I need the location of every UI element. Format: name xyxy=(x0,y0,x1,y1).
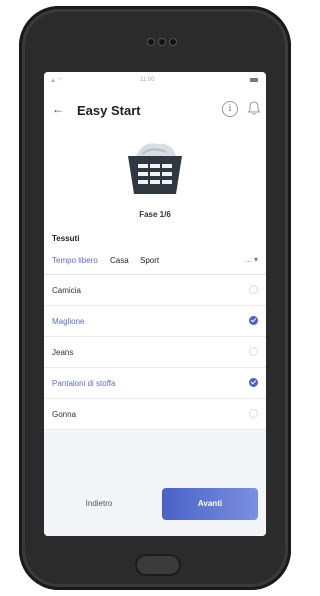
next-button[interactable]: Avanti xyxy=(162,488,258,520)
footer-actions: Indietro Avanti xyxy=(44,476,266,536)
more-dropdown[interactable]: ... ▾ xyxy=(245,255,258,264)
arrow-left-icon[interactable]: ← xyxy=(52,102,64,116)
fabric-section: Tessuti Tempo libero Casa Sport ... ▾ xyxy=(44,228,266,275)
camera-sensors xyxy=(148,39,176,45)
back-button[interactable]: Indietro xyxy=(64,490,134,518)
tab-tempo-libero[interactable]: Tempo libero xyxy=(52,256,98,265)
more-label: ... xyxy=(245,255,252,264)
radio-check-icon[interactable] xyxy=(249,378,258,387)
item-label: Pantaloni di stoffa xyxy=(52,378,116,388)
status-time: 11:00 xyxy=(140,77,155,83)
bell-icon[interactable] xyxy=(247,100,261,116)
home-button[interactable] xyxy=(135,554,181,576)
list-item[interactable]: Jeans xyxy=(44,337,266,368)
item-label: Jeans xyxy=(52,347,74,357)
tab-sport[interactable]: Sport xyxy=(140,256,159,265)
app-screen: ▲ ◠ 11:00 ← Easy Start i Fase 1/6 Tessut… xyxy=(44,72,266,536)
tab-casa[interactable]: Casa xyxy=(110,256,129,265)
list-item[interactable]: Camicia xyxy=(44,275,266,306)
laundry-basket-icon xyxy=(128,143,182,194)
item-label: Maglione xyxy=(52,316,85,326)
radio-button[interactable] xyxy=(249,409,258,418)
signal-icon: ▲ ◠ xyxy=(50,78,63,84)
info-icon[interactable]: i xyxy=(222,101,238,117)
section-label: Tessuti xyxy=(52,234,80,243)
step-indicator: Fase 1/6 xyxy=(139,210,171,219)
radio-button[interactable] xyxy=(249,347,258,356)
item-label: Gonna xyxy=(52,409,77,419)
app-bar: ← Easy Start i xyxy=(44,90,266,132)
battery-icon xyxy=(250,78,258,82)
list-item[interactable]: Maglione xyxy=(44,306,266,337)
category-tabs: Tempo libero Casa Sport ... ▾ xyxy=(44,248,266,275)
status-bar: ▲ ◠ 11:00 xyxy=(44,72,266,90)
list-item[interactable]: Pantaloni di stoffa xyxy=(44,368,266,399)
radio-check-icon[interactable] xyxy=(249,316,258,325)
page-title: Easy Start xyxy=(77,103,141,118)
hero-area: Fase 1/6 xyxy=(44,132,266,228)
item-label: Camicia xyxy=(52,285,81,295)
radio-button[interactable] xyxy=(249,285,258,294)
list-item[interactable]: Gonna xyxy=(44,399,266,430)
